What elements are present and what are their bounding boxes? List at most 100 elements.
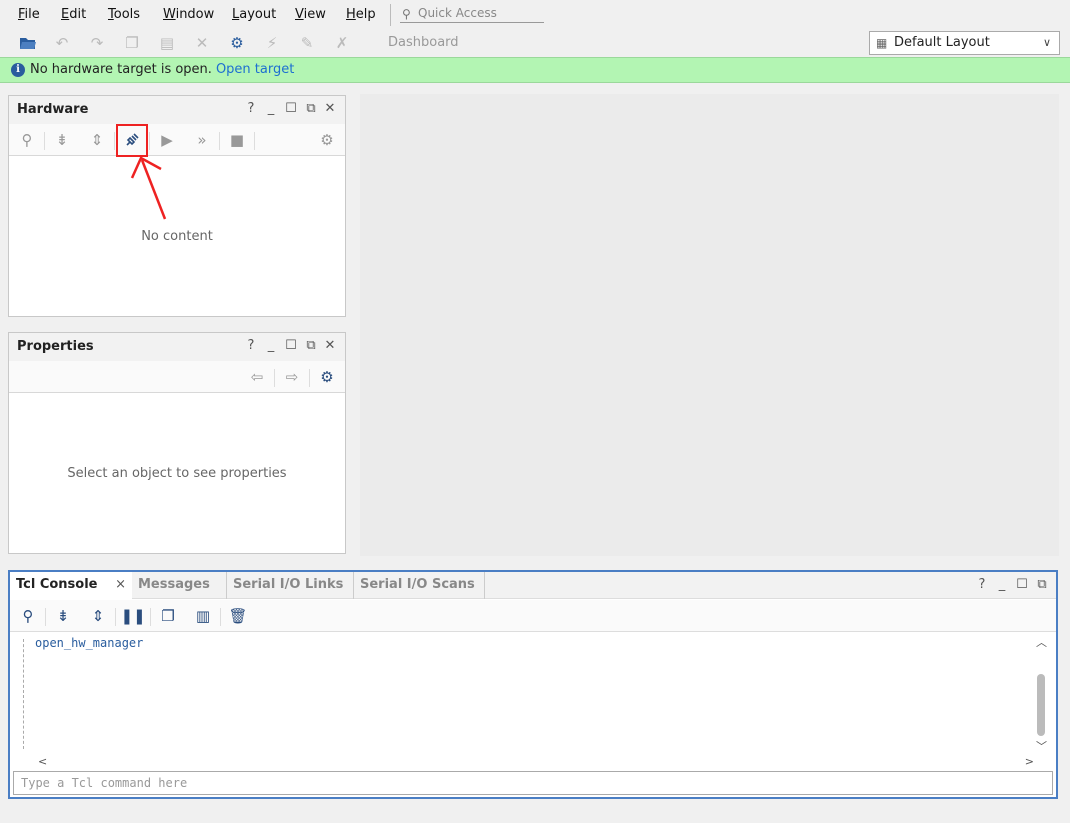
layout-select[interactable]: ▦ Default Layout ∨ [869, 31, 1060, 55]
panel-title: Properties [17, 339, 94, 354]
scroll-left-icon[interactable]: < [38, 755, 47, 768]
properties-toolbar: ⇦ ⇨ ⚙ [9, 361, 345, 393]
hardware-toolbar: ⚲ ⇟ ⇕ ▶ » ■ ⚙ [9, 124, 345, 156]
expand-all-icon[interactable]: ⇕ [86, 604, 110, 628]
search-icon[interactable]: ⚲ [16, 604, 40, 628]
stop-icon[interactable]: ■ [225, 128, 249, 152]
toolbar-separator [114, 132, 115, 150]
paste-icon[interactable]: ▤ [156, 32, 178, 54]
menu-file[interactable]: File [18, 7, 40, 22]
forward-arrow-icon[interactable]: ⇨ [280, 365, 304, 389]
gear-icon[interactable]: ⚙ [315, 128, 339, 152]
tab-tcl-console[interactable]: Tcl Console × [10, 572, 132, 599]
run-icon[interactable]: ▶ [155, 128, 179, 152]
toolbar-separator [44, 132, 45, 150]
menu-separator [390, 4, 391, 26]
menu-layout[interactable]: Layout [232, 7, 276, 22]
hardware-panel-header: Hardware ? _ ☐ ⧉ ✕ [9, 96, 345, 124]
float-icon[interactable]: ⧉ [303, 101, 319, 116]
search-icon: ⚲ [402, 7, 411, 21]
menu-tools[interactable]: Tools [108, 7, 140, 22]
annotation-arrow-icon [130, 156, 167, 220]
menu-view[interactable]: View [295, 7, 326, 22]
trash-icon[interactable]: 🗑 [226, 604, 250, 628]
info-banner: i No hardware target is open. Open target [0, 57, 1070, 83]
tab-messages[interactable]: Messages [132, 572, 227, 599]
run-all-icon[interactable]: » [190, 128, 214, 152]
help-icon[interactable]: ? [974, 577, 990, 592]
expand-all-icon[interactable]: ⇕ [85, 128, 109, 152]
disconnect-icon[interactable]: ✗ [331, 32, 353, 54]
tab-serial-io-links[interactable]: Serial I/O Links [227, 572, 354, 599]
pause-icon[interactable]: ❚❚ [120, 604, 145, 628]
info-icon: i [11, 63, 25, 77]
toolbar-separator [149, 132, 150, 150]
toolbar-separator [274, 369, 275, 387]
scroll-right-icon[interactable]: > [1025, 755, 1034, 768]
properties-panel-header: Properties ? _ ☐ ⧉ ✕ [9, 333, 345, 361]
menu-help[interactable]: Help [346, 7, 376, 22]
maximize-icon[interactable]: ☐ [1014, 577, 1030, 592]
close-icon[interactable]: ✕ [322, 101, 338, 116]
hardware-panel: Hardware ? _ ☐ ⧉ ✕ ⚲ ⇟ ⇕ ▶ » ■ ⚙ No cont… [8, 95, 346, 317]
gear-icon[interactable]: ⚙ [315, 365, 339, 389]
program-device-icon[interactable]: ✎ [296, 32, 318, 54]
scrollbar-thumb[interactable] [1037, 674, 1045, 736]
console-output: open_hw_manager ︿ ﹀ [10, 633, 1056, 755]
toolbar-separator [150, 608, 151, 626]
panel-title: Hardware [17, 102, 89, 117]
columns-icon[interactable]: ▥ [191, 604, 215, 628]
tab-serial-io-scans[interactable]: Serial I/O Scans [354, 572, 485, 599]
vertical-scrollbar[interactable]: ︿ ﹀ [1034, 634, 1048, 754]
back-arrow-icon[interactable]: ⇦ [245, 365, 269, 389]
dashboard-button[interactable]: Dashboard [388, 35, 459, 50]
close-icon[interactable]: ✕ [322, 338, 338, 353]
open-folder-icon[interactable] [17, 32, 39, 54]
collapse-all-icon[interactable]: ⇟ [50, 128, 74, 152]
minimize-icon[interactable]: _ [263, 101, 279, 116]
help-icon[interactable]: ? [243, 101, 259, 116]
close-icon[interactable]: × [115, 572, 126, 598]
scroll-up-icon[interactable]: ︿ [1036, 634, 1047, 650]
workspace-area [360, 94, 1059, 556]
toolbar-separator [115, 608, 116, 626]
tcl-command-input[interactable]: Type a Tcl command here [13, 771, 1053, 795]
quick-access-input[interactable]: ⚲ Quick Access [400, 5, 544, 23]
toolbar-separator [219, 132, 220, 150]
search-icon[interactable]: ⚲ [15, 128, 39, 152]
maximize-icon[interactable]: ☐ [283, 338, 299, 353]
chevron-down-icon: ∨ [1042, 36, 1051, 49]
layout-grid-icon: ▦ [876, 36, 888, 50]
maximize-icon[interactable]: ☐ [283, 101, 299, 116]
properties-panel: Properties ? _ ☐ ⧉ ✕ ⇦ ⇨ ⚙ Select an obj… [8, 332, 346, 554]
collapse-all-icon[interactable]: ⇟ [51, 604, 75, 628]
scroll-down-icon[interactable]: ﹀ [1036, 738, 1047, 754]
help-icon[interactable]: ? [243, 338, 259, 353]
empty-message: Select an object to see properties [67, 466, 287, 481]
gear-icon[interactable]: ⚙ [226, 32, 248, 54]
delete-icon[interactable]: ✕ [191, 32, 213, 54]
banner-message: No hardware target is open. [30, 62, 212, 77]
redo-icon[interactable]: ↷ [86, 32, 108, 54]
toolbar-separator [309, 369, 310, 387]
console-toolbar: ⚲ ⇟ ⇕ ❚❚ ❐ ▥ 🗑 [10, 600, 1056, 632]
toolbar-separator [220, 608, 221, 626]
toolbar-separator [45, 608, 46, 626]
menu-edit[interactable]: Edit [61, 7, 86, 22]
minimize-icon[interactable]: _ [994, 577, 1010, 592]
open-target-link[interactable]: Open target [216, 62, 294, 77]
empty-message: No content [141, 229, 213, 244]
undo-icon[interactable]: ↶ [51, 32, 73, 54]
copy-icon[interactable]: ❐ [121, 32, 143, 54]
horizontal-scrollbar[interactable]: < > [32, 755, 1034, 769]
copy-icon[interactable]: ❐ [156, 604, 180, 628]
gutter-line [23, 639, 24, 749]
console-line: open_hw_manager [35, 636, 144, 650]
auto-connect-icon[interactable]: ⚡ [261, 32, 283, 54]
minimize-icon[interactable]: _ [263, 338, 279, 353]
float-icon[interactable]: ⧉ [303, 338, 319, 353]
console-tabs: Tcl Console × Messages Serial I/O Links … [10, 572, 1056, 599]
tcl-console-panel: Tcl Console × Messages Serial I/O Links … [8, 570, 1058, 799]
float-icon[interactable]: ⧉ [1034, 577, 1050, 592]
menu-window[interactable]: Window [163, 7, 214, 22]
